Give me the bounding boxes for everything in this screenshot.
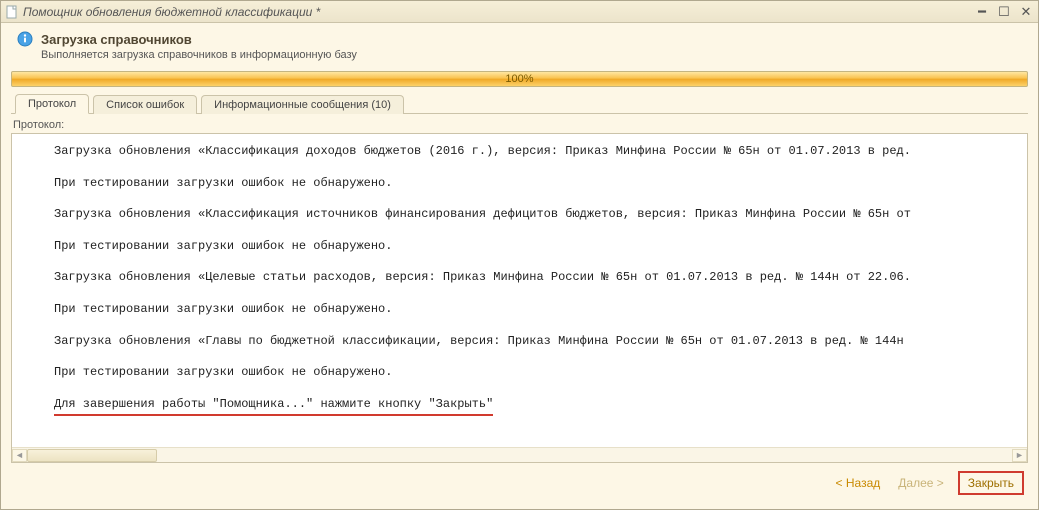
scroll-left-icon[interactable]: ◄	[12, 449, 27, 462]
horizontal-scrollbar[interactable]: ◄ ►	[12, 447, 1027, 462]
info-icon	[17, 31, 33, 47]
page-heading: Загрузка справочников	[41, 32, 192, 47]
log-line: Загрузка обновления «Классификация доход…	[54, 144, 1019, 160]
log-line: Для завершения работы "Помощника..." наж…	[54, 397, 1019, 417]
tab-errors[interactable]: Список ошибок	[93, 95, 197, 114]
log-line: При тестировании загрузки ошибок не обна…	[54, 302, 1019, 318]
document-icon	[5, 5, 19, 19]
window-title: Помощник обновления бюджетной классифика…	[23, 5, 974, 19]
next-button[interactable]: Далее >	[894, 474, 948, 492]
log-line: При тестировании загрузки ошибок не обна…	[54, 176, 1019, 192]
protocol-section-label: Протокол:	[11, 116, 1028, 133]
back-button[interactable]: < Назад	[832, 474, 885, 492]
log-line: Загрузка обновления «Главы по бюджетной …	[54, 334, 1019, 350]
protocol-frame: Загрузка обновления «Классификация доход…	[11, 133, 1028, 463]
scrollbar-track[interactable]	[27, 449, 1012, 462]
maximize-button[interactable]: ☐	[996, 5, 1012, 19]
log-line: При тестировании загрузки ошибок не обна…	[54, 239, 1019, 255]
tab-info-messages[interactable]: Информационные сообщения (10)	[201, 95, 404, 114]
scrollbar-thumb[interactable]	[27, 449, 157, 462]
close-window-button[interactable]: ✕	[1018, 5, 1034, 19]
minimize-button[interactable]: ━	[974, 5, 990, 19]
heading-row: Загрузка справочников	[17, 31, 1028, 47]
footer: < Назад Далее > Закрыть	[11, 463, 1028, 503]
log-line: Загрузка обновления «Целевые статьи расх…	[54, 270, 1019, 286]
tab-protocol[interactable]: Протокол	[15, 94, 89, 114]
log-line: При тестировании загрузки ошибок не обна…	[54, 365, 1019, 381]
page-subtitle: Выполняется загрузка справочников в инфо…	[41, 49, 1028, 61]
progress-text: 100%	[505, 73, 533, 85]
protocol-content: Загрузка обновления «Классификация доход…	[12, 134, 1027, 447]
titlebar: Помощник обновления бюджетной классифика…	[1, 1, 1038, 23]
scroll-right-icon[interactable]: ►	[1012, 449, 1027, 462]
log-line: Загрузка обновления «Классификация источ…	[54, 207, 1019, 223]
window-controls: ━ ☐ ✕	[974, 5, 1034, 19]
close-button[interactable]: Закрыть	[958, 471, 1024, 495]
assistant-window: Помощник обновления бюджетной классифика…	[0, 0, 1039, 510]
tabs: Протокол Список ошибок Информационные со…	[11, 93, 1028, 114]
body: Загрузка справочников Выполняется загруз…	[1, 23, 1038, 509]
progress-bar: 100%	[11, 71, 1028, 87]
log-line-highlight: Для завершения работы "Помощника..." наж…	[54, 397, 493, 417]
